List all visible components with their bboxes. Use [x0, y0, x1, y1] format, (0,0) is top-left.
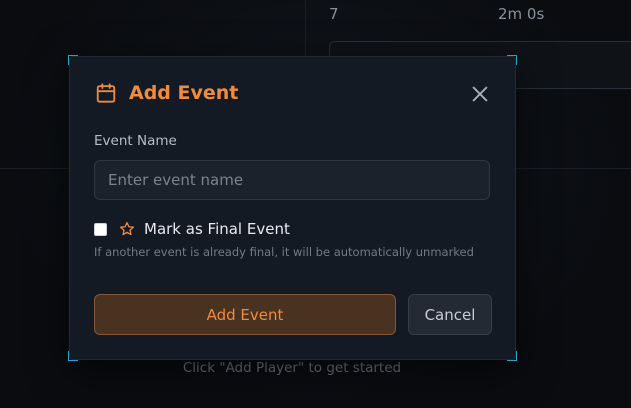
background-table-time: 2m 0s: [498, 5, 545, 23]
dialog-title: Add Event: [129, 82, 239, 104]
focus-corner: [507, 351, 517, 361]
event-name-label: Event Name: [94, 133, 177, 149]
final-event-hint: If another event is already final, it wi…: [94, 245, 474, 259]
empty-state-hint: Click "Add Player" to get started: [182, 360, 402, 376]
dialog-header: Add Event: [95, 82, 238, 104]
star-icon: [120, 222, 134, 236]
add-event-dialog: Add Event Event Name Mark as Final Event…: [68, 55, 517, 361]
close-icon[interactable]: [469, 83, 491, 105]
calendar-icon: [96, 83, 116, 103]
event-name-input[interactable]: [94, 160, 490, 200]
focus-corner: [68, 55, 78, 65]
focus-corner: [507, 55, 517, 65]
final-event-option[interactable]: Mark as Final Event: [94, 220, 290, 238]
focus-corner: [68, 351, 78, 361]
add-event-button[interactable]: Add Event: [94, 294, 396, 335]
cancel-button[interactable]: Cancel: [408, 294, 492, 335]
background-table-count: 7: [329, 5, 339, 23]
final-event-checkbox[interactable]: [94, 222, 107, 236]
final-event-label: Mark as Final Event: [144, 220, 290, 238]
